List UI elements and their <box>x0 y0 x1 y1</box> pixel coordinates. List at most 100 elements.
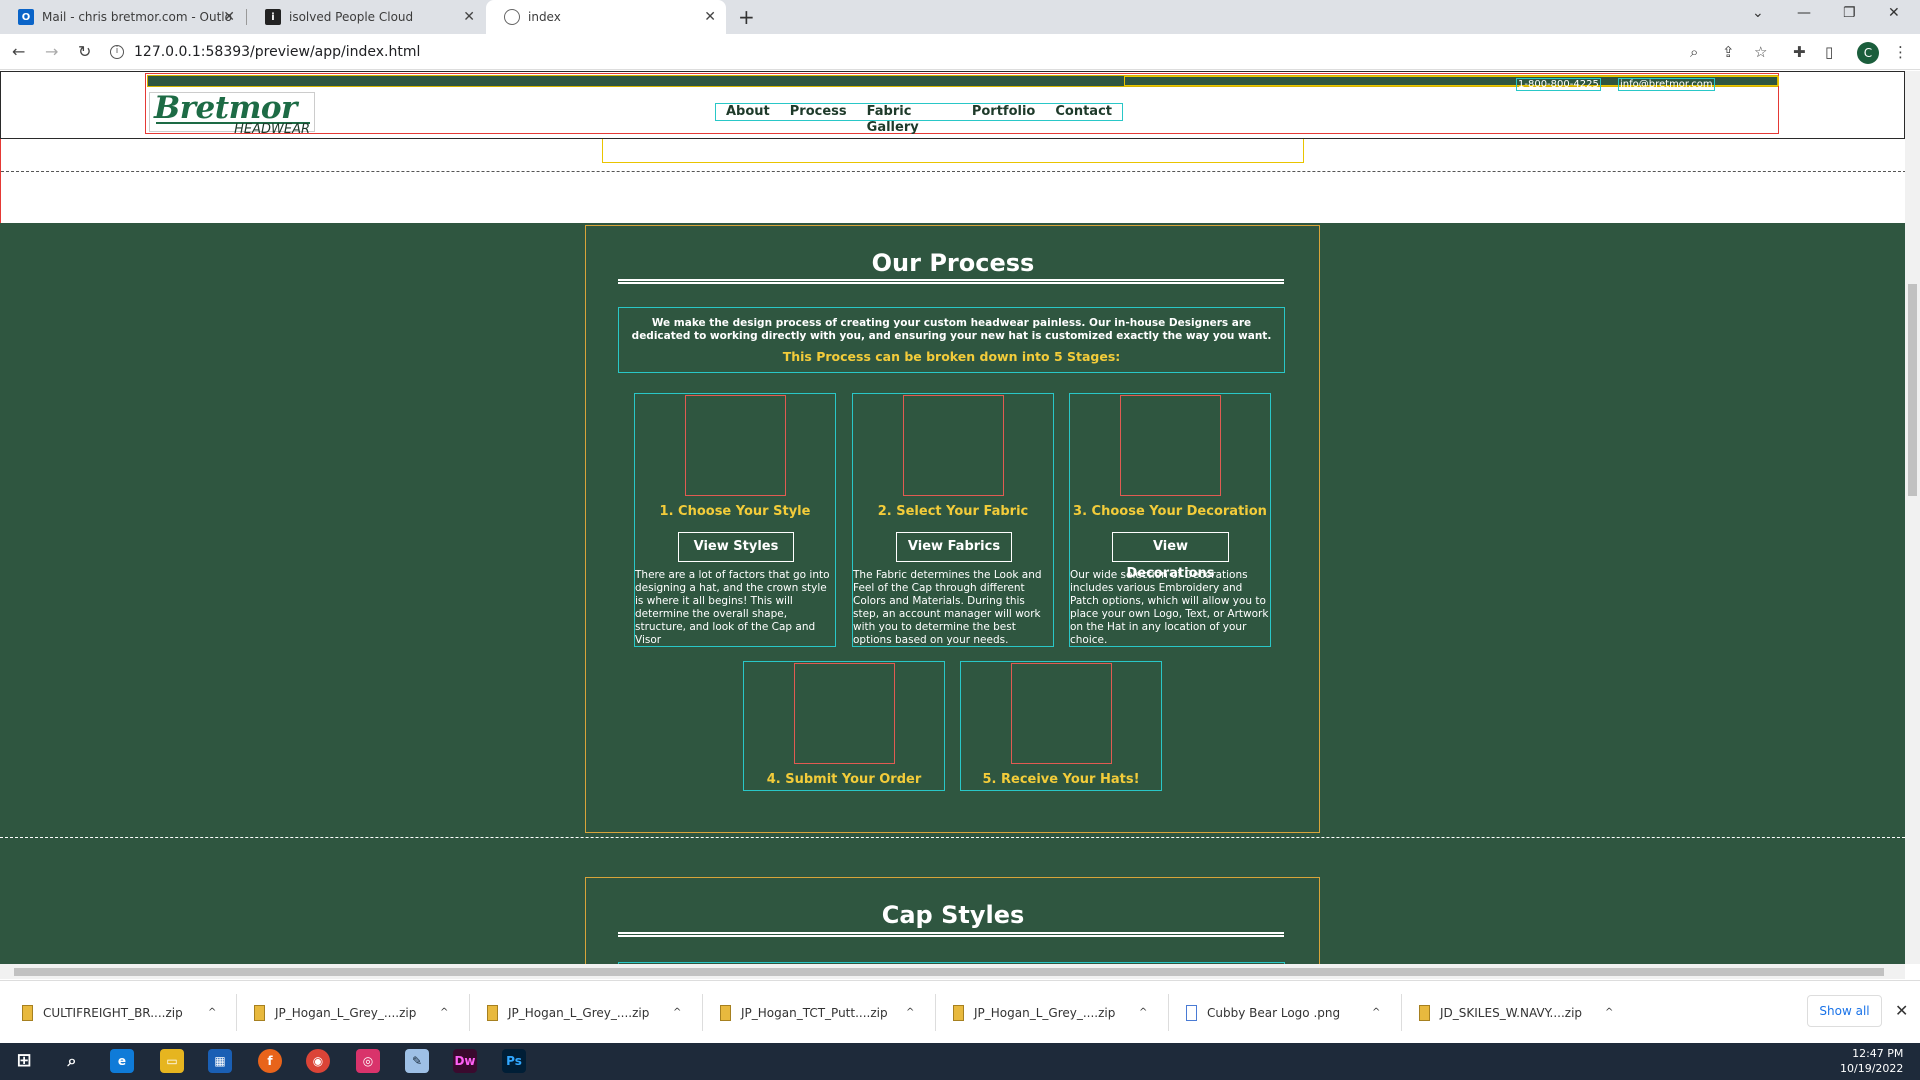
tab-index[interactable]: index ✕ <box>486 0 726 34</box>
download-filename: JP_Hogan_TCT_Putt....zip <box>741 1005 888 1020</box>
section-divider <box>1 171 1906 172</box>
side-panel-icon[interactable]: ▯ <box>1825 43 1833 61</box>
bretmor-logo[interactable]: Bretmor HEADWEAR <box>149 92 315 136</box>
tab-outlook[interactable]: O Mail - chris bretmor.com - Outlo ✕ <box>0 0 245 34</box>
close-window-button[interactable]: ✕ <box>1888 5 1900 21</box>
title-underline <box>618 279 1284 284</box>
browser-tab-strip: O Mail - chris bretmor.com - Outlo ✕ i i… <box>0 0 1920 34</box>
tab-search-icon[interactable]: ⌄ <box>1752 5 1764 21</box>
email-link[interactable]: info@bretmor.com <box>1618 78 1715 91</box>
system-clock[interactable]: 12:47 PM 10/19/2022 <box>1840 1046 1903 1076</box>
stage-card-3: 3. Choose Your Decoration View Decoratio… <box>1069 393 1271 647</box>
windows-start-icon[interactable]: ⊞ <box>12 1049 36 1073</box>
menu-icon[interactable]: ⋮ <box>1893 43 1908 61</box>
view-decorations-button[interactable]: View Decorations <box>1112 532 1229 581</box>
nav-about[interactable]: About <box>716 104 780 120</box>
file-explorer-icon[interactable]: ▭ <box>160 1049 184 1073</box>
zoom-icon[interactable]: ⌕ <box>1690 43 1698 61</box>
stage-title: 3. Choose Your Decoration <box>1073 504 1267 519</box>
zip-file-icon <box>720 1004 731 1021</box>
phone-link[interactable]: 1-800-800-4225 <box>1516 78 1601 91</box>
chrome-icon[interactable]: ◉ <box>306 1049 330 1073</box>
zip-file-icon <box>953 1004 964 1021</box>
chevron-up-icon[interactable]: ^ <box>673 1007 681 1018</box>
site-header: 1-800-800-4225 info@bretmor.com Bretmor … <box>0 71 1905 139</box>
vertical-scroll-thumb[interactable] <box>1908 284 1917 496</box>
image-file-icon <box>1186 1004 1197 1021</box>
share-icon[interactable]: ⇪ <box>1722 43 1735 61</box>
reload-button[interactable]: ↻ <box>78 42 91 61</box>
search-icon[interactable]: ⌕ <box>60 1049 84 1073</box>
minimize-button[interactable]: — <box>1797 5 1811 21</box>
chevron-up-icon[interactable]: ^ <box>1605 1007 1613 1018</box>
chevron-up-icon[interactable]: ^ <box>1139 1007 1147 1018</box>
new-tab-button[interactable]: + <box>738 5 755 29</box>
chevron-up-icon[interactable]: ^ <box>208 1007 216 1018</box>
tab-title: isolved People Cloud <box>289 10 414 24</box>
tab-title: Mail - chris bretmor.com - Outlo <box>42 10 232 24</box>
view-styles-button[interactable]: View Styles <box>678 532 794 562</box>
download-item[interactable]: JP_Hogan_L_Grey_....zip ^ <box>246 981 466 1044</box>
stage-image-placeholder <box>1120 395 1221 496</box>
zip-file-icon <box>487 1004 498 1021</box>
close-tab-icon[interactable]: ✕ <box>704 9 716 25</box>
creative-cloud-icon[interactable]: ◎ <box>356 1049 380 1073</box>
nav-fabric-gallery[interactable]: Fabric Gallery <box>857 104 962 135</box>
view-fabrics-button[interactable]: View Fabrics <box>896 532 1012 562</box>
photoshop-icon[interactable]: Ps <box>502 1049 526 1073</box>
close-tab-icon[interactable]: ✕ <box>463 9 475 25</box>
chevron-up-icon[interactable]: ^ <box>906 1007 914 1018</box>
isolved-icon: i <box>265 9 281 25</box>
address-bar[interactable]: i 127.0.0.1:58393/preview/app/index.html <box>110 38 1710 66</box>
stage-image-placeholder <box>794 663 895 764</box>
nav-contact[interactable]: Contact <box>1045 104 1122 120</box>
zip-file-icon <box>254 1004 265 1021</box>
stage-title: 1. Choose Your Style <box>659 504 811 519</box>
download-item[interactable]: CULTIFREIGHT_BR....zip ^ <box>14 981 234 1044</box>
restore-button[interactable]: ❐ <box>1843 5 1856 21</box>
notes-icon[interactable]: ✎ <box>405 1049 429 1073</box>
site-info-icon[interactable]: i <box>110 45 124 59</box>
extensions-icon[interactable]: ✚ <box>1793 43 1806 61</box>
windows-taskbar: ⊞ ⌕ e ▭ ▦ f ◉ ◎ ✎ Dw Ps 12:47 PM 10/19/2… <box>0 1043 1920 1080</box>
zip-file-icon <box>22 1004 33 1021</box>
store-icon[interactable]: ▦ <box>208 1049 232 1073</box>
nav-portfolio[interactable]: Portfolio <box>962 104 1046 120</box>
horizontal-scroll-thumb[interactable] <box>14 968 1884 976</box>
profile-avatar[interactable]: C <box>1857 42 1879 64</box>
stage-card-1: 1. Choose Your Style View Styles There a… <box>634 393 836 647</box>
download-item[interactable]: JP_Hogan_TCT_Putt....zip ^ <box>712 981 932 1044</box>
firefox-icon[interactable]: f <box>258 1049 282 1073</box>
back-button[interactable]: ← <box>12 42 25 61</box>
dreamweaver-icon[interactable]: Dw <box>453 1049 477 1073</box>
cap-styles-title: Cap Styles <box>881 901 1025 929</box>
bookmark-star-icon[interactable]: ☆ <box>1754 43 1767 61</box>
section-divider <box>0 837 1905 838</box>
close-tab-icon[interactable]: ✕ <box>223 9 235 25</box>
close-downloads-icon[interactable]: ✕ <box>1895 1001 1908 1020</box>
clock-time: 12:47 PM <box>1852 1047 1904 1060</box>
stage-description: Our wide selection of Decorations includ… <box>1070 569 1269 646</box>
chevron-up-icon[interactable]: ^ <box>1372 1007 1380 1018</box>
download-item[interactable]: JD_SKILES_W.NAVY....zip ^ <box>1411 981 1631 1044</box>
show-all-downloads-button[interactable]: Show all <box>1807 995 1882 1027</box>
contact-bar: 1-800-800-4225 info@bretmor.com <box>147 75 1779 91</box>
chevron-up-icon[interactable]: ^ <box>440 1007 448 1018</box>
zip-file-icon <box>1419 1004 1430 1021</box>
nav-process[interactable]: Process <box>780 104 857 120</box>
download-item[interactable]: Cubby Bear Logo .png ^ <box>1178 981 1398 1044</box>
download-item[interactable]: JP_Hogan_L_Grey_....zip ^ <box>479 981 699 1044</box>
tab-isolved[interactable]: i isolved People Cloud ✕ <box>247 0 485 34</box>
intro-subtitle: This Process can be broken down into 5 S… <box>782 349 1121 364</box>
download-filename: JP_Hogan_L_Grey_....zip <box>508 1005 650 1020</box>
stage-card-2: 2. Select Your Fabric View Fabrics The F… <box>852 393 1054 647</box>
process-intro: We make the design process of creating y… <box>618 307 1285 373</box>
page-viewport: 1-800-800-4225 info@bretmor.com Bretmor … <box>0 71 1920 964</box>
stage-image-placeholder <box>685 395 786 496</box>
globe-icon <box>504 9 520 25</box>
stage-description: The Fabric determines the Look and Feel … <box>853 569 1042 646</box>
forward-button[interactable]: → <box>45 42 58 61</box>
vertical-scrollbar[interactable] <box>1905 71 1920 964</box>
edge-icon[interactable]: e <box>110 1049 134 1073</box>
download-item[interactable]: JP_Hogan_L_Grey_....zip ^ <box>945 981 1165 1044</box>
